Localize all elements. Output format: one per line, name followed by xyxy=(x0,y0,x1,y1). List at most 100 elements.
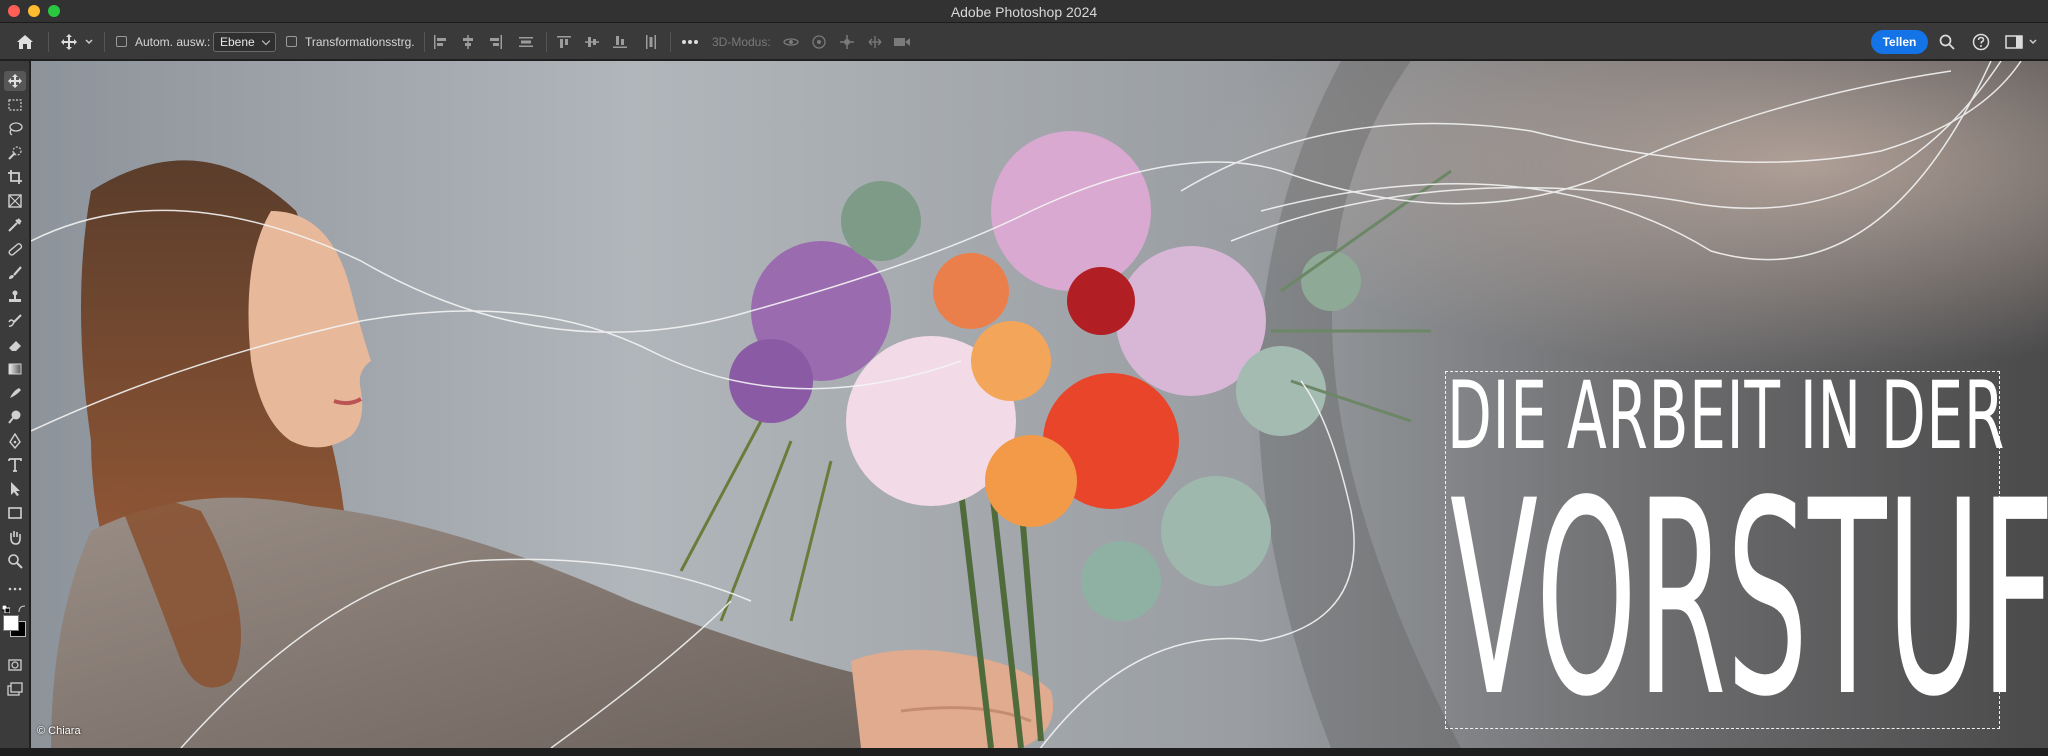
smudge-icon xyxy=(10,388,21,398)
align-center-h-button[interactable] xyxy=(460,23,476,60)
3d-orbit-button[interactable] xyxy=(782,23,800,60)
3d-scale-button[interactable] xyxy=(893,23,911,60)
distribute-horizontal-button[interactable] xyxy=(643,23,659,60)
gradient-icon xyxy=(8,363,22,375)
dodge-tool[interactable] xyxy=(4,407,26,427)
photo-credit: © Chiara xyxy=(37,725,81,737)
quick-selection-icon xyxy=(8,146,22,160)
search-button[interactable] xyxy=(1939,23,1955,60)
align-vertical-center-icon xyxy=(585,36,599,47)
clone-stamp-icon xyxy=(9,290,21,302)
marquee-icon xyxy=(8,99,22,111)
history-brush-tool[interactable] xyxy=(4,311,26,331)
align-top-button[interactable] xyxy=(556,23,572,60)
type-icon xyxy=(8,458,22,472)
3d-pan-button[interactable] xyxy=(839,23,855,60)
quick-selection-tool[interactable] xyxy=(4,143,26,163)
align-bottom-icon xyxy=(613,35,627,48)
quick-mask-icon xyxy=(8,659,22,671)
foreground-color-swatch[interactable] xyxy=(3,615,19,631)
share-button[interactable]: Tellen xyxy=(1871,30,1928,54)
screen-mode-icon xyxy=(7,682,23,696)
screen-mode-button[interactable] xyxy=(4,679,26,699)
color-swatches[interactable] xyxy=(2,605,28,645)
move-icon xyxy=(8,74,22,88)
3d-mode-label: 3D-Modus: xyxy=(712,34,771,49)
eyedropper-tool[interactable] xyxy=(4,215,26,235)
workspace-button[interactable] xyxy=(2005,23,2038,60)
auto-select-dropdown[interactable]: Ebene xyxy=(213,23,276,60)
swap-colors-icon xyxy=(18,605,26,613)
crop-icon xyxy=(8,170,22,184)
move-tool-preset-button[interactable] xyxy=(60,23,94,60)
dodge-icon xyxy=(8,410,21,424)
tools-panel xyxy=(0,61,30,748)
auto-select-value: Ebene xyxy=(220,34,255,49)
healing-brush-icon xyxy=(8,243,23,256)
gradient-tool[interactable] xyxy=(4,359,26,379)
ellipsis-icon xyxy=(8,587,22,591)
rectangle-tool[interactable] xyxy=(4,503,26,523)
edit-toolbar-button[interactable] xyxy=(4,579,26,599)
help-button[interactable] xyxy=(1972,23,1990,60)
home-icon xyxy=(17,34,33,49)
chevron-down-icon xyxy=(2029,38,2037,44)
3d-roll-button[interactable] xyxy=(811,23,827,60)
search-icon xyxy=(1939,34,1955,50)
more-options-button[interactable] xyxy=(681,23,699,60)
brush-tool[interactable] xyxy=(4,263,26,283)
clone-stamp-tool[interactable] xyxy=(4,287,26,307)
marquee-tool[interactable] xyxy=(4,95,26,115)
transform-controls-checkbox[interactable]: Transformationsstrg. xyxy=(286,23,415,60)
3d-slide-button[interactable] xyxy=(867,23,883,60)
3d-camera-icon xyxy=(894,37,910,46)
headline-line-2[interactable]: VORSTUFE xyxy=(1450,466,2048,734)
eraser-tool[interactable] xyxy=(4,335,26,355)
align-horizontal-center-icon xyxy=(463,34,473,49)
eyedropper-icon xyxy=(8,218,22,232)
auto-select-checkbox[interactable]: Autom. ausw.: xyxy=(116,23,210,60)
align-middle-button[interactable] xyxy=(584,23,600,60)
smudge-tool[interactable] xyxy=(4,383,26,403)
frame-tool[interactable] xyxy=(4,191,26,211)
type-tool[interactable] xyxy=(4,455,26,475)
eraser-icon xyxy=(9,341,21,351)
3d-roll-icon xyxy=(812,34,826,49)
quick-mask-button[interactable] xyxy=(4,655,26,675)
title-bar: Adobe Photoshop 2024 xyxy=(0,0,2048,23)
default-colors-icon xyxy=(2,605,10,613)
transform-controls-label: Transformationsstrg. xyxy=(305,34,415,49)
home-button[interactable] xyxy=(15,23,35,60)
help-icon xyxy=(1972,33,1990,50)
align-right-icon xyxy=(490,34,502,49)
pen-tool[interactable] xyxy=(4,431,26,451)
3d-slide-icon xyxy=(868,35,882,48)
zoom-tool[interactable] xyxy=(4,551,26,571)
move-tool[interactable] xyxy=(4,71,26,91)
history-brush-icon xyxy=(8,314,22,327)
ellipsis-icon xyxy=(682,39,698,44)
align-top-icon xyxy=(557,35,571,48)
chevron-down-icon xyxy=(85,38,93,44)
align-left-icon xyxy=(434,34,446,49)
3d-orbit-icon xyxy=(783,37,799,46)
hand-tool[interactable] xyxy=(4,527,26,547)
options-bar: Autom. ausw.: Ebene Transformationsstrg.… xyxy=(0,23,2048,60)
pen-icon xyxy=(9,433,21,449)
rectangle-icon xyxy=(8,507,22,519)
lasso-icon xyxy=(9,122,23,136)
path-selection-tool[interactable] xyxy=(4,479,26,499)
lasso-tool[interactable] xyxy=(4,119,26,139)
move-icon xyxy=(61,33,77,50)
align-bottom-button[interactable] xyxy=(612,23,628,60)
distribute-vertical-button[interactable] xyxy=(518,23,534,60)
3d-pan-icon xyxy=(840,34,854,49)
align-left-button[interactable] xyxy=(432,23,448,60)
crop-tool[interactable] xyxy=(4,167,26,187)
distribute-vertical-icon xyxy=(519,36,533,47)
healing-brush-tool[interactable] xyxy=(4,239,26,259)
hand-icon xyxy=(10,531,21,545)
zoom-icon xyxy=(8,554,23,569)
brush-icon xyxy=(9,266,22,279)
align-right-button[interactable] xyxy=(488,23,504,60)
